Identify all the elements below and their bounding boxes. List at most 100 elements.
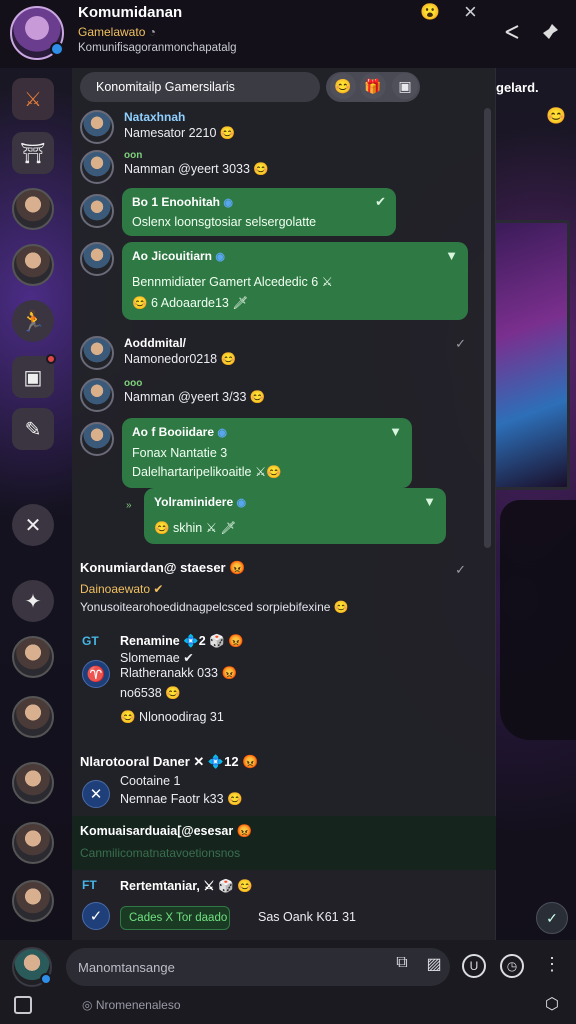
channel-search-bar[interactable]: Konomitailp Gamersilaris	[80, 72, 320, 102]
rail-item-action[interactable]: ✦	[12, 580, 54, 622]
verified-icon: ◉	[217, 427, 227, 439]
card-avatar[interactable]: ✕	[82, 780, 110, 808]
background-monitor	[492, 220, 570, 490]
card-avatar[interactable]: ✓	[82, 902, 110, 930]
card-line: Slomemae ✔	[120, 651, 194, 665]
shield-icon[interactable]: U	[462, 954, 486, 978]
section-description: Yonusoitearohoedidnagpelcsced sorpiebife…	[80, 600, 349, 614]
message-bubble[interactable]: Yolraminidere ◉ 😊 skhin ⚔ 🗡 ▼	[144, 488, 446, 544]
rail-item-sword[interactable]: ⚔	[12, 78, 54, 120]
message-bubble[interactable]: Bo 1 Enoohitah ◉ Oslenx loonsgtosiar sel…	[122, 188, 396, 236]
avatar[interactable]	[80, 150, 114, 184]
reaction-emoji[interactable]: 😮	[420, 2, 440, 22]
message-text: Namesator 2210 😊	[124, 126, 236, 140]
section-title[interactable]: Konumiardan@ staeser 😡	[80, 560, 245, 576]
read-check-icon: ✓	[455, 336, 466, 351]
dropdown-icon[interactable]: ▼	[445, 248, 458, 263]
left-rail: ⚔ ⛩ 🏃 ▣ ✎ ✕ ✦	[0, 68, 72, 940]
scrollbar[interactable]	[484, 108, 491, 548]
gift-button[interactable]: 🎁	[360, 73, 386, 99]
bubble-author: Bo 1 Enoohitah ◉	[132, 195, 233, 209]
avatar[interactable]	[80, 194, 114, 228]
card-title[interactable]: Renamine 💠2 🎲 😡	[120, 634, 244, 649]
rail-avatar-7[interactable]	[12, 880, 54, 922]
message-text: Namman @yeert 3/33 😊	[124, 390, 266, 404]
bubble-text: 😊 6 Adoaarde13 🗡	[132, 296, 249, 310]
message-author[interactable]: Nataxhnah	[124, 110, 185, 124]
avatar[interactable]	[80, 110, 114, 144]
read-check-icon: ✓	[455, 562, 466, 577]
reply-marker: »	[126, 500, 132, 511]
rail-avatar-1[interactable]	[12, 188, 54, 230]
background-chair	[500, 500, 576, 740]
rail-item-chat[interactable]: ▣	[12, 354, 56, 398]
message-text: Namonedor0218 😊	[124, 352, 237, 366]
status-dot	[40, 973, 52, 985]
bubble-text: Oslenx loonsgtosiar selsergolatte	[132, 215, 317, 229]
group-subtitle: Gamelawato ◔	[78, 25, 156, 39]
image-icon[interactable]: ▨	[422, 954, 446, 978]
rail-avatar-6[interactable]	[12, 822, 54, 864]
pin-icon[interactable]	[540, 22, 560, 42]
background-label: gelard.	[496, 80, 539, 95]
message-author[interactable]: Aoddmital/	[124, 336, 186, 350]
verified-icon: ◉	[223, 197, 233, 209]
clock-icon[interactable]: ◷	[500, 954, 524, 978]
dropdown-icon[interactable]: ▼	[389, 424, 402, 439]
dropdown-icon[interactable]: ▼	[423, 494, 436, 509]
avatar[interactable]	[80, 336, 114, 370]
message-author[interactable]: oon	[124, 150, 142, 161]
rail-item-gate[interactable]: ⛩	[12, 132, 54, 174]
card-avatar[interactable]: ♈	[82, 660, 110, 688]
card-tag: GT	[82, 634, 99, 648]
bubble-author: Ao Jicouitiarn ◉	[132, 249, 225, 263]
status-badge[interactable]: Cades X Tor daado	[120, 906, 230, 930]
pinned-conversation[interactable]: Komuaisarduaia[@esesar 😡 Canmilicomatnat…	[72, 816, 496, 870]
bubble-text: Dalelhartaripelikoaitle ⚔😊	[132, 465, 282, 479]
card-line: 😊 Nlonoodirag 31	[120, 710, 224, 724]
composer-bar: Manomtansange ⧉ ▨ U ◷ ⋮ ◎ Nromenenaleso …	[0, 940, 576, 1024]
close-icon[interactable]: ×	[464, 0, 477, 25]
message-bubble[interactable]: Ao Jicouitiarn ◉ Bennmidiater Gamert Alc…	[122, 242, 468, 320]
group-avatar[interactable]	[10, 6, 64, 60]
message-author[interactable]: ooo	[124, 378, 142, 389]
bubble-text: 😊 skhin ⚔ 🗡	[154, 521, 237, 535]
rail-item-runner[interactable]: 🏃	[12, 300, 54, 342]
section-subtitle: Dainoaewato ✔	[80, 582, 164, 596]
my-avatar[interactable]	[12, 947, 52, 987]
window-button[interactable]: ▣	[392, 73, 418, 99]
avatar[interactable]	[80, 242, 114, 276]
settings-icon[interactable]: ⬡	[540, 994, 564, 1018]
verified-icon: ◉	[236, 497, 247, 509]
more-icon[interactable]: ⋮	[540, 954, 564, 978]
unread-dot	[46, 354, 56, 364]
secondary-input[interactable]: ◎ Nromenenaleso	[82, 998, 181, 1012]
card-line: Cootaine 1	[120, 774, 181, 788]
share-icon[interactable]	[502, 22, 522, 42]
rail-item-swords[interactable]: ✕	[12, 504, 54, 546]
scroll-down-button[interactable]: ✓	[536, 902, 568, 934]
pinned-subtitle: Canmilicomatnatavoetionsnos	[80, 846, 241, 860]
bubble-author: Ao f Booiidare ◉	[132, 425, 227, 439]
sticker-icon[interactable]: ⧉	[390, 954, 414, 978]
card-title[interactable]: Nlarotooral Daner ✕ 💠12 😡	[80, 754, 258, 770]
check-icon[interactable]: ✔	[375, 194, 386, 210]
chat-panel: Konomitailp Gamersilaris 😊 🎁 ▣ Nataxhnah…	[72, 68, 496, 940]
message-bubble[interactable]: Ao f Booiidare ◉ Fonax Nantatie 3 Dalelh…	[122, 418, 412, 488]
rail-avatar-5[interactable]	[12, 762, 54, 804]
verified-icon: ◉	[215, 251, 225, 263]
card-line: Rlatheranakk 033 😡	[120, 666, 238, 680]
emoji-button[interactable]: 😊	[330, 73, 356, 99]
rail-avatar-2[interactable]	[12, 244, 54, 286]
card-line: no6538 😊	[120, 686, 181, 700]
rail-avatar-4[interactable]	[12, 696, 54, 738]
bubble-text: Bennmidiater Gamert Alcededic 6 ⚔	[132, 275, 333, 289]
rail-avatar-3[interactable]	[12, 636, 54, 678]
card-line: Sas Oank K61 31	[258, 910, 356, 924]
card-title[interactable]: Rertemtaniar, ⚔ 🎲 😊	[120, 878, 253, 894]
expand-icon[interactable]	[14, 996, 32, 1014]
avatar[interactable]	[80, 378, 114, 412]
avatar[interactable]	[80, 422, 114, 456]
rail-item-edit[interactable]: ✎	[12, 408, 54, 450]
group-description: Komunifisagoranmonchapatalg	[78, 42, 237, 54]
